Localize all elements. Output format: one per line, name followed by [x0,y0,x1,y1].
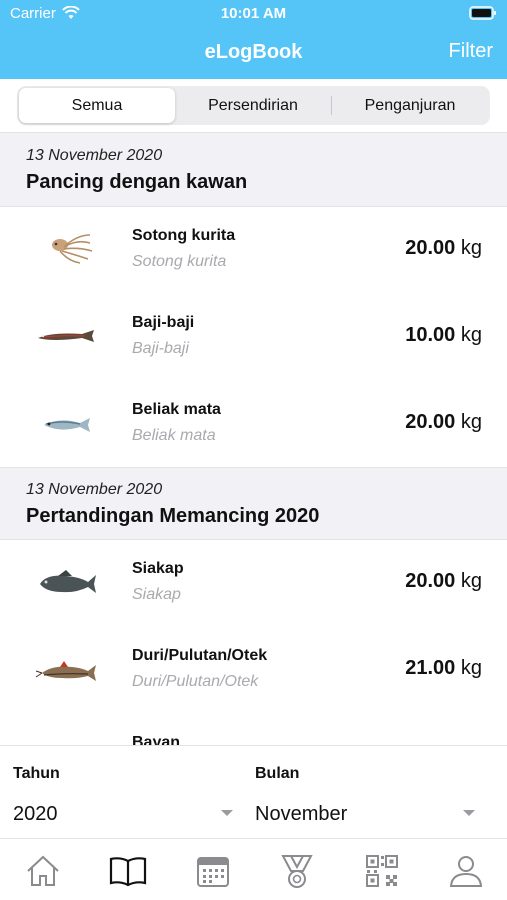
catch-name: Duri/Pulutan/Otek [132,647,268,664]
year-label: Tahun [13,765,60,782]
book-icon[interactable] [108,851,148,891]
catch-weight: 21.00 kg [405,657,482,680]
catch-subtitle: Duri/Pulutan/Otek [132,673,259,690]
catch-subtitle: Beliak mata [132,427,216,444]
catch-row[interactable]: Baji-baji Baji-baji 10.00 kg [0,294,507,381]
section-title: Pertandingan Memancing 2020 [26,505,320,527]
medal-icon[interactable] [277,851,317,891]
catch-row[interactable]: Sotong kurita Sotong kurita 20.00 kg [0,207,507,294]
weight-value: 21.00 [405,657,456,679]
month-select[interactable]: November [255,803,347,826]
catfish-icon [35,661,96,681]
weight-unit: kg [460,237,482,259]
catch-name: Baji-baji [132,314,195,331]
section-title: Pancing dengan kawan [26,171,248,193]
weight-value: 10.00 [405,324,456,346]
catch-name: Beliak mata [132,401,221,418]
catch-name: Siakap [132,560,184,577]
weight-unit: kg [460,324,482,346]
octopus-icon [52,234,93,264]
weight-unit: kg [460,570,482,592]
segment-persendirian[interactable]: Persendirian [175,88,331,123]
profile-icon[interactable] [446,851,486,891]
barramundi-fish-icon [40,570,96,593]
section-date: 13 November 2020 [26,481,163,498]
calendar-icon[interactable] [193,851,233,891]
filter-button[interactable]: Filter [449,40,493,63]
weight-value: 20.00 [405,237,456,259]
year-select[interactable]: 2020 [13,803,58,826]
section-date: 13 November 2020 [26,147,163,164]
catch-weight: 10.00 kg [405,324,482,347]
herring-fish-icon [44,418,90,432]
clock: 10:01 AM [220,5,287,22]
section-header: 13 November 2020 Pancing dengan kawan [0,133,507,207]
catch-weight: 20.00 kg [405,411,482,434]
segment-bar: Semua Persendirian Penganjuran [0,79,507,133]
navigation-bar: eLogBook Filter [0,28,507,79]
status-bar: Carrier 10:01 AM [0,0,507,28]
weight-value: 20.00 [405,411,456,433]
section-header: 13 November 2020 Pertandingan Memancing … [0,467,507,540]
month-label: Bulan [255,765,300,782]
qr-code-icon[interactable] [362,851,402,891]
catch-row[interactable]: Duri/Pulutan/Otek Duri/Pulutan/Otek 21.0… [0,627,507,714]
catch-subtitle: Baji-baji [132,340,189,357]
weight-value: 20.00 [405,570,456,592]
battery-icon [469,6,496,20]
catch-subtitle: Sotong kurita [132,253,227,270]
catch-name: Sotong kurita [132,227,236,244]
month-chevron-down-icon[interactable] [463,810,475,816]
flathead-fish-icon [38,330,94,342]
segment-semua[interactable]: Semua [19,88,175,123]
year-chevron-down-icon[interactable] [221,810,233,816]
catch-row[interactable]: Beliak mata Beliak mata 20.00 kg [0,381,507,468]
segment-penganjuran[interactable]: Penganjuran [332,88,488,123]
segmented-control: Semua Persendirian Penganjuran [17,86,490,125]
catch-row[interactable]: Siakap Siakap 20.00 kg [0,540,507,627]
weight-unit: kg [460,411,482,433]
tab-bar [0,838,507,900]
date-filter-panel: Tahun 2020 Bulan November [0,745,507,838]
home-icon[interactable] [23,851,63,891]
catch-weight: 20.00 kg [405,237,482,260]
catch-subtitle: Siakap [132,586,181,603]
page-title: eLogBook [204,41,303,63]
weight-unit: kg [460,657,482,679]
catch-weight: 20.00 kg [405,570,482,593]
